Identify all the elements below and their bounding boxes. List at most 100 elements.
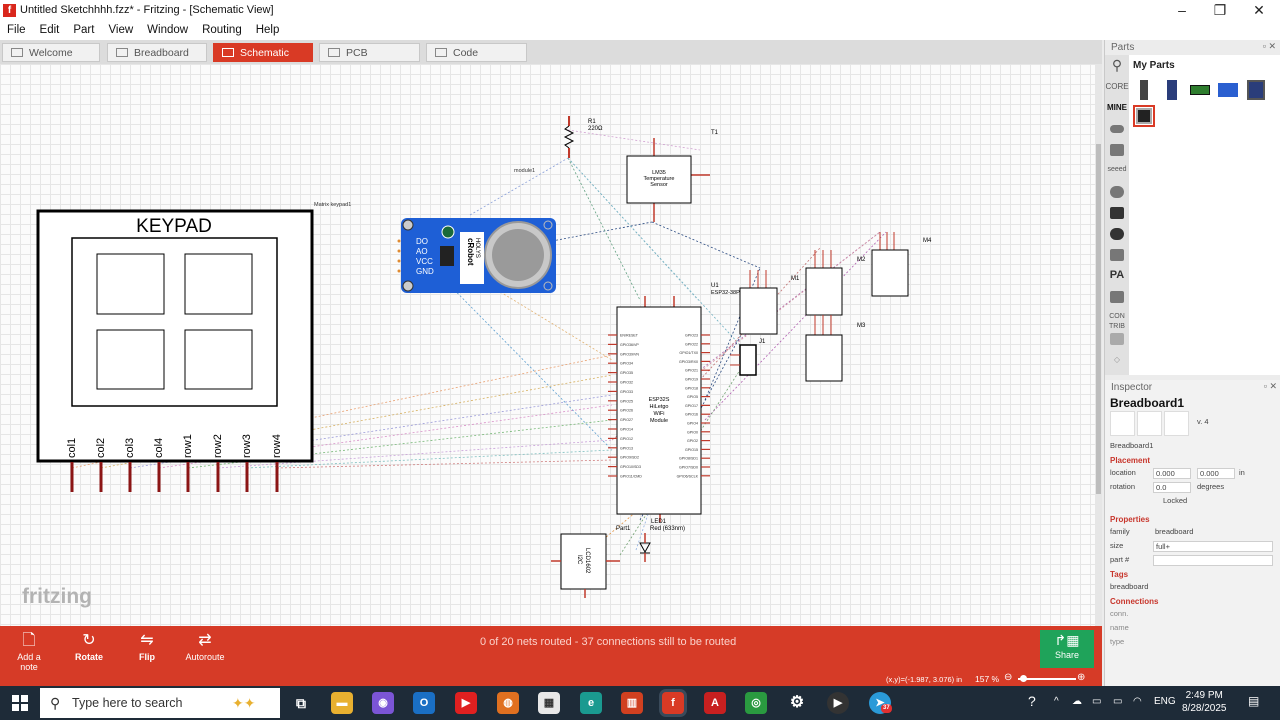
edge-icon[interactable]: e — [580, 692, 602, 714]
sensor-label: T1 — [711, 130, 719, 136]
rotate-button[interactable]: ↻ Rotate — [72, 630, 106, 662]
tray-chevron-icon[interactable]: ^ — [1054, 696, 1059, 707]
esp-pin-label: GPIO14 — [620, 428, 633, 432]
language-indicator[interactable]: ENG — [1154, 696, 1176, 707]
scrollbar-thumb[interactable] — [1096, 144, 1101, 494]
bin-animal-icon[interactable] — [1105, 286, 1129, 307]
taskbar-search-box[interactable]: ⚲ Type here to search ✦✦ — [40, 688, 280, 718]
notification-icon[interactable]: ▤ — [1248, 694, 1259, 708]
minimize-button[interactable]: – — [1162, 0, 1202, 20]
locked-checkbox-label[interactable]: Locked — [1163, 494, 1187, 508]
tab-code[interactable]: Code — [426, 43, 527, 62]
calculator-icon[interactable]: ▥ — [621, 692, 643, 714]
bin-arduino-icon[interactable] — [1105, 118, 1129, 139]
zoom-out-icon[interactable]: ⊖ — [1004, 672, 1012, 683]
share-button[interactable]: ↱▦ Share — [1040, 630, 1094, 668]
tab-breadboard[interactable]: Breadboard — [107, 43, 207, 62]
autoroute-button[interactable]: ⇄ Autoroute — [184, 630, 226, 662]
bin-mine[interactable]: MINE — [1105, 97, 1129, 118]
part-item[interactable] — [1245, 79, 1267, 101]
task-view-icon[interactable]: ⧉ — [290, 692, 312, 714]
motor-driver-1[interactable]: M1 — [739, 270, 800, 335]
zoom-in-icon[interactable]: ⊕ — [1077, 672, 1085, 683]
led-1[interactable]: LED1 Red (633nm) — [639, 519, 685, 562]
menu-help[interactable]: Help — [249, 24, 287, 36]
part-item[interactable] — [1133, 79, 1155, 101]
bin-pa-icon[interactable]: PA — [1105, 265, 1129, 286]
onedrive-icon[interactable]: ☁ — [1072, 696, 1082, 707]
zoom-slider-knob[interactable] — [1020, 675, 1027, 682]
outlook-icon[interactable]: O — [413, 692, 435, 714]
copilot-icon[interactable]: ◉ — [372, 692, 394, 714]
properties-section-title: Properties — [1110, 515, 1150, 524]
bin-core[interactable]: CORE — [1105, 76, 1129, 97]
part-item[interactable] — [1189, 79, 1211, 101]
temperature-sensor-t1[interactable]: T1 LM35 Temperature Sensor — [626, 130, 719, 222]
chrome-icon[interactable]: ◎ — [745, 692, 767, 714]
flip-button[interactable]: ⇋ Flip — [134, 630, 160, 662]
tab-welcome[interactable]: Welcome — [2, 43, 100, 62]
bin-contrib[interactable]: CON TRIB — [1105, 307, 1129, 328]
tab-pcb[interactable]: PCB — [319, 43, 420, 62]
acrobat-icon[interactable]: A — [704, 692, 726, 714]
bin-scroll-icon[interactable]: ◇ — [1105, 349, 1129, 370]
telegram-badge: 37 — [881, 704, 892, 713]
firefox-icon[interactable]: ◍ — [497, 692, 519, 714]
settings-icon[interactable]: ⚙ — [786, 692, 808, 714]
esp-pin-label: GPIO22 — [685, 342, 698, 346]
media-player-icon[interactable]: ▶ — [827, 692, 849, 714]
tab-label: Schematic — [240, 46, 290, 59]
menu-routing[interactable]: Routing — [195, 24, 249, 36]
part-number-input[interactable] — [1153, 555, 1273, 566]
motor-driver-4[interactable]: M4 — [871, 232, 932, 297]
my-parts-title: My Parts — [1133, 60, 1175, 71]
resistor-r1[interactable]: R1 220Ω — [563, 116, 603, 158]
youtube-icon[interactable]: ▶ — [455, 692, 477, 714]
bin-sparkfun-icon[interactable] — [1105, 223, 1129, 244]
close-window-button[interactable]: ✕ — [1239, 0, 1279, 20]
matrix-keypad[interactable]: Matrix keypad1 KEYPAD col1 col2 col3 col… — [36, 202, 351, 492]
zoom-slider[interactable] — [1018, 675, 1076, 682]
bin-media-icon[interactable] — [1105, 202, 1129, 223]
help-icon[interactable]: ? — [1028, 693, 1036, 709]
windows-start-icon[interactable] — [12, 695, 28, 711]
add-note-button[interactable]: 🗋 Add a note — [8, 630, 50, 672]
fritzing-taskbar-icon[interactable]: f — [662, 692, 684, 714]
menu-part[interactable]: Part — [66, 24, 101, 36]
network-icon[interactable]: ▭ — [1092, 696, 1101, 707]
canvas-vertical-scrollbar[interactable] — [1095, 64, 1102, 626]
bin-misc-icon[interactable] — [1105, 328, 1129, 349]
wifi-icon[interactable]: ◠ — [1133, 696, 1142, 707]
store-icon[interactable]: ▦ — [538, 692, 560, 714]
bin-vehicle-icon[interactable] — [1105, 244, 1129, 265]
lcd-i2c-part1[interactable]: Part1 LCD1602 I2C — [551, 526, 631, 598]
bin-seeed[interactable]: seeed — [1105, 160, 1129, 181]
schematic-canvas[interactable]: Matrix keypad1 KEYPAD col1 col2 col3 col… — [0, 64, 1102, 626]
panel-close-icon[interactable]: ▫ ✕ — [1264, 381, 1277, 392]
menu-view[interactable]: View — [101, 24, 140, 36]
sound-sensor-module[interactable]: module1 cRobot HOLYS DO AO VCC GND — [397, 168, 557, 293]
search-parts-icon[interactable]: ⚲ — [1105, 55, 1129, 76]
esp32-module-u1[interactable]: U1 ESP32-38PinWide EN/RESETGPIO36/VPGPIO… — [608, 283, 757, 522]
telegram-icon[interactable]: ➤ 37 — [869, 692, 892, 714]
sensor-text: Sensor — [650, 182, 668, 188]
part-item[interactable] — [1217, 79, 1239, 101]
location-x-input[interactable]: 0.000 — [1153, 468, 1191, 479]
part-instance-name: Breadboard1 — [1110, 441, 1154, 450]
menu-edit[interactable]: Edit — [33, 24, 67, 36]
file-explorer-icon[interactable]: ▬ — [331, 692, 353, 714]
menu-window[interactable]: Window — [140, 24, 195, 36]
size-select[interactable]: full+ — [1153, 541, 1273, 552]
part-item[interactable] — [1161, 79, 1183, 101]
maximize-button[interactable]: ❐ — [1200, 0, 1240, 20]
rotation-input[interactable]: 0.0 — [1153, 482, 1191, 493]
tab-schematic[interactable]: Schematic — [213, 43, 313, 62]
taskbar-clock[interactable]: 2:49 PM 8/28/2025 — [1182, 689, 1227, 715]
menu-file[interactable]: File — [0, 24, 33, 36]
bin-tools-icon[interactable] — [1105, 139, 1129, 160]
panel-close-icon[interactable]: ▫ ✕ — [1263, 41, 1276, 52]
part-item-selected-keypad[interactable] — [1133, 105, 1155, 127]
battery-icon[interactable]: ▭ — [1113, 696, 1122, 707]
location-y-input[interactable]: 0.000 — [1197, 468, 1235, 479]
bin-intel-icon[interactable] — [1105, 181, 1129, 202]
